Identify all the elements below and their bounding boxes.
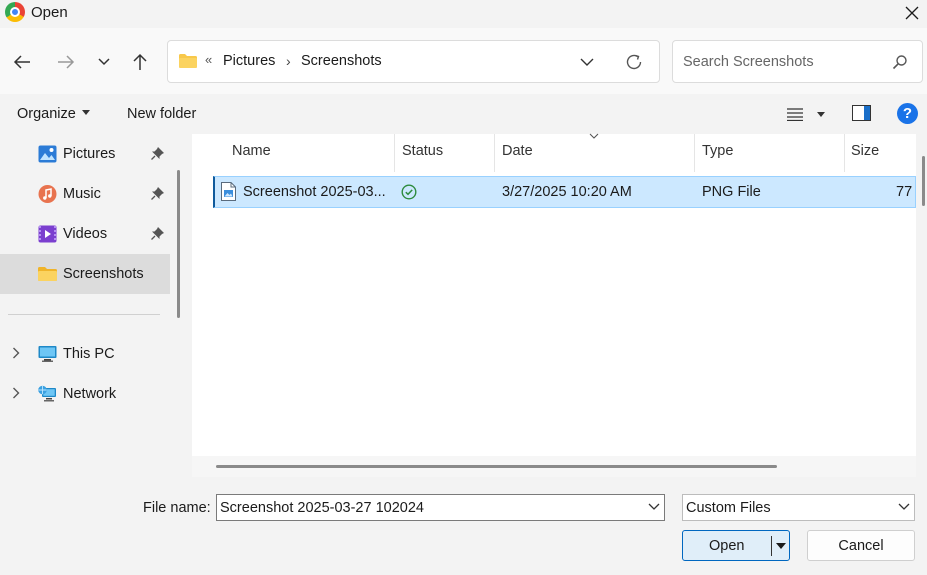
recent-locations-button[interactable] [90, 48, 118, 76]
forward-button[interactable] [52, 48, 80, 76]
pin-icon[interactable] [151, 187, 164, 200]
view-options-caret-icon[interactable] [817, 112, 825, 117]
chevron-right-icon[interactable] [12, 347, 20, 359]
search-input[interactable]: Search Screenshots [672, 40, 923, 83]
organize-label: Organize [17, 106, 76, 122]
pictures-icon [38, 145, 57, 163]
column-header-label: Date [502, 143, 533, 159]
sidebar-item-label: Music [63, 186, 101, 202]
chevron-down-icon [898, 503, 910, 510]
open-button[interactable]: Open [682, 530, 790, 561]
close-button[interactable] [897, 0, 927, 26]
chevron-down-icon [580, 58, 594, 66]
help-button[interactable]: ? [897, 103, 918, 124]
new-folder-button[interactable]: New folder [127, 106, 196, 122]
sort-descending-icon [589, 133, 599, 139]
column-header-status[interactable]: Status [395, 134, 495, 172]
horizontal-scrollbar[interactable] [192, 456, 916, 477]
chevron-down-icon[interactable] [648, 503, 660, 511]
navigation-pane: Pictures Music Videos Screenshots This P… [0, 134, 170, 477]
open-button-label: Open [709, 538, 745, 554]
folder-icon [38, 267, 57, 281]
file-list: Name Status Date Type Size Screenshot 20… [192, 133, 916, 456]
breadcrumb-pictures[interactable]: Pictures [223, 53, 275, 69]
back-button[interactable] [8, 48, 36, 76]
command-bar: Organize New folder ? [0, 94, 927, 134]
sidebar-item-network[interactable]: Network [0, 374, 170, 414]
search-icon [892, 55, 907, 70]
address-dropdown-button[interactable] [580, 55, 594, 71]
up-button[interactable] [126, 48, 154, 76]
arrow-left-icon [13, 55, 30, 69]
arrow-right-icon [58, 55, 75, 69]
videos-icon [38, 225, 57, 243]
column-header-label: Name [232, 143, 271, 159]
sync-status-icon [401, 184, 417, 200]
file-name-input[interactable] [216, 494, 665, 521]
table-row[interactable]: Screenshot 2025-03... 3/27/2025 10:20 AM… [213, 176, 916, 208]
breadcrumb-screenshots[interactable]: Screenshots [301, 53, 382, 69]
sidebar-item-screenshots[interactable]: Screenshots [0, 254, 170, 294]
file-type-value: Custom Files [686, 500, 771, 516]
column-header-label: Size [851, 143, 880, 159]
view-menu-icon[interactable] [787, 107, 803, 121]
breadcrumb-separator[interactable]: › [286, 53, 291, 69]
title-bar: Open [0, 0, 927, 28]
folder-icon [179, 54, 197, 68]
sidebar-item-label: Videos [63, 226, 108, 242]
window-title: Open [31, 4, 68, 21]
caret-down-icon [81, 110, 90, 115]
search-placeholder: Search Screenshots [683, 54, 814, 70]
png-file-icon [221, 182, 236, 201]
sidebar-item-label: Screenshots [63, 266, 144, 282]
sidebar-item-pictures[interactable]: Pictures [0, 134, 170, 174]
refresh-button[interactable] [625, 53, 643, 75]
scrollbar-thumb[interactable] [216, 465, 777, 468]
split-divider [771, 536, 772, 556]
sidebar-item-this-pc[interactable]: This PC [0, 334, 170, 374]
arrow-up-icon [133, 53, 147, 70]
column-header-size[interactable]: Size [845, 134, 916, 172]
pin-icon[interactable] [151, 227, 164, 240]
column-header-label: Type [702, 143, 734, 159]
cancel-button[interactable]: Cancel [807, 530, 915, 561]
pin-icon[interactable] [151, 147, 164, 160]
preview-pane-icon[interactable] [852, 105, 871, 121]
column-header-label: Status [402, 143, 444, 159]
close-icon [905, 6, 919, 20]
chevron-right-icon[interactable] [12, 387, 20, 399]
address-bar[interactable]: « Pictures › Screenshots [167, 40, 660, 83]
network-icon [38, 385, 56, 402]
file-type-select[interactable]: Custom Files [682, 494, 915, 521]
vertical-scrollbar[interactable] [922, 156, 925, 206]
open-options-caret-icon[interactable] [776, 543, 786, 549]
dialog-footer: File name: Custom Files Open Cancel [0, 477, 927, 575]
refresh-icon [626, 54, 642, 70]
column-header-name[interactable]: Name [192, 134, 395, 172]
file-name-label: File name: [143, 500, 211, 516]
music-icon [38, 185, 57, 203]
file-name: Screenshot 2025-03... [243, 184, 386, 200]
sidebar-item-label: Network [63, 386, 117, 402]
column-header-type[interactable]: Type [695, 134, 845, 172]
sidebar-scrollbar[interactable] [177, 170, 180, 318]
navigation-bar: « Pictures › Screenshots Search Screensh… [0, 28, 927, 94]
sidebar-item-music[interactable]: Music [0, 174, 170, 214]
sidebar-divider [8, 314, 160, 315]
file-size: 77 [896, 184, 913, 200]
app-logo-icon [5, 2, 25, 22]
file-type: PNG File [702, 184, 761, 200]
address-overflow[interactable]: « [205, 52, 212, 67]
sidebar-item-label: This PC [63, 346, 115, 362]
file-date: 3/27/2025 10:20 AM [502, 184, 632, 200]
organize-button[interactable]: Organize [17, 106, 90, 122]
chevron-down-icon [98, 58, 110, 66]
sidebar-item-videos[interactable]: Videos [0, 214, 170, 254]
sidebar-item-label: Pictures [63, 146, 116, 162]
computer-icon [38, 346, 57, 362]
